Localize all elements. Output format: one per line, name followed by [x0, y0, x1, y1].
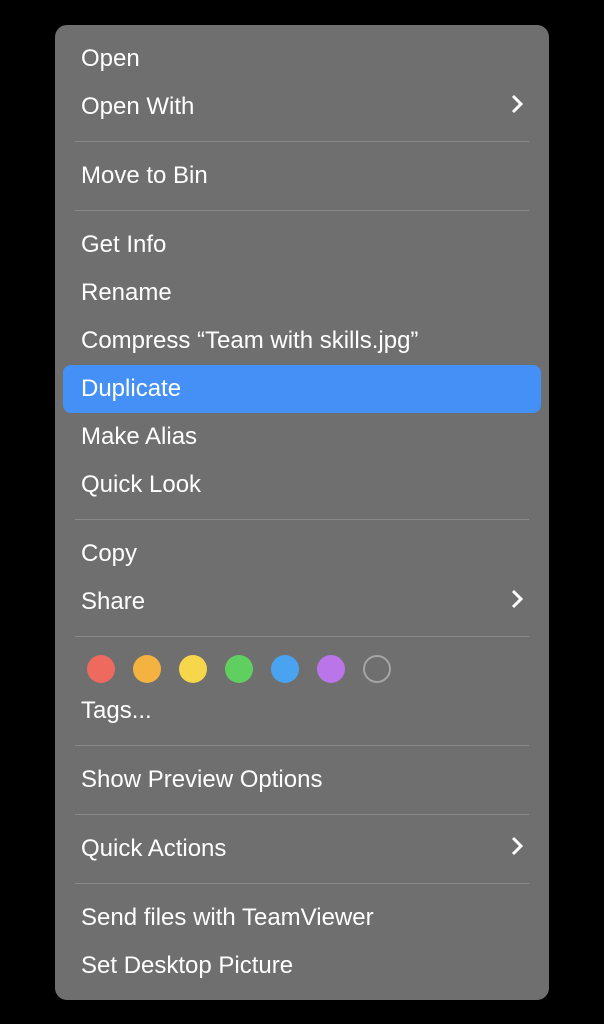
chevron-right-icon — [511, 90, 523, 123]
menu-item-label: Copy — [81, 536, 137, 572]
menu-item-label: Quick Look — [81, 467, 201, 503]
menu-item-show-preview-options[interactable]: Show Preview Options — [55, 756, 549, 804]
menu-item-label: Set Desktop Picture — [81, 948, 293, 984]
divider — [75, 745, 529, 746]
menu-item-duplicate[interactable]: Duplicate — [63, 365, 541, 413]
divider — [75, 883, 529, 884]
tag-blue[interactable] — [271, 655, 299, 683]
menu-item-label: Show Preview Options — [81, 762, 322, 798]
menu-item-make-alias[interactable]: Make Alias — [55, 413, 549, 461]
menu-item-label: Share — [81, 584, 145, 620]
menu-item-label: Send files with TeamViewer — [81, 900, 374, 936]
menu-item-move-to-bin[interactable]: Move to Bin — [55, 152, 549, 200]
menu-item-label: Quick Actions — [81, 831, 226, 867]
tag-red[interactable] — [87, 655, 115, 683]
menu-item-label: Duplicate — [81, 371, 181, 407]
divider — [75, 814, 529, 815]
tag-purple[interactable] — [317, 655, 345, 683]
tag-orange[interactable] — [133, 655, 161, 683]
menu-item-label: Rename — [81, 275, 172, 311]
menu-item-copy[interactable]: Copy — [55, 530, 549, 578]
menu-item-get-info[interactable]: Get Info — [55, 221, 549, 269]
menu-item-label: Open With — [81, 89, 194, 125]
menu-item-set-desktop-picture[interactable]: Set Desktop Picture — [55, 942, 549, 990]
chevron-right-icon — [511, 832, 523, 865]
chevron-right-icon — [511, 585, 523, 618]
tag-green[interactable] — [225, 655, 253, 683]
menu-item-label: Open — [81, 41, 140, 77]
menu-item-send-files-teamviewer[interactable]: Send files with TeamViewer — [55, 894, 549, 942]
menu-item-tags[interactable]: Tags... — [55, 687, 549, 735]
menu-item-open-with[interactable]: Open With — [55, 83, 549, 131]
menu-item-compress[interactable]: Compress “Team with skills.jpg” — [55, 317, 549, 365]
menu-item-label: Get Info — [81, 227, 166, 263]
divider — [75, 210, 529, 211]
tag-add-custom[interactable] — [363, 655, 391, 683]
menu-item-open[interactable]: Open — [55, 35, 549, 83]
menu-item-rename[interactable]: Rename — [55, 269, 549, 317]
menu-item-quick-actions[interactable]: Quick Actions — [55, 825, 549, 873]
context-menu: Open Open With Move to Bin Get Info Rena… — [55, 25, 549, 1000]
menu-item-label: Tags... — [81, 693, 152, 729]
tag-yellow[interactable] — [179, 655, 207, 683]
divider — [75, 519, 529, 520]
tags-color-row — [55, 647, 549, 687]
divider — [75, 636, 529, 637]
divider — [75, 141, 529, 142]
menu-item-label: Make Alias — [81, 419, 197, 455]
menu-item-label: Move to Bin — [81, 158, 208, 194]
menu-item-label: Compress “Team with skills.jpg” — [81, 323, 418, 359]
menu-item-share[interactable]: Share — [55, 578, 549, 626]
menu-item-quick-look[interactable]: Quick Look — [55, 461, 549, 509]
